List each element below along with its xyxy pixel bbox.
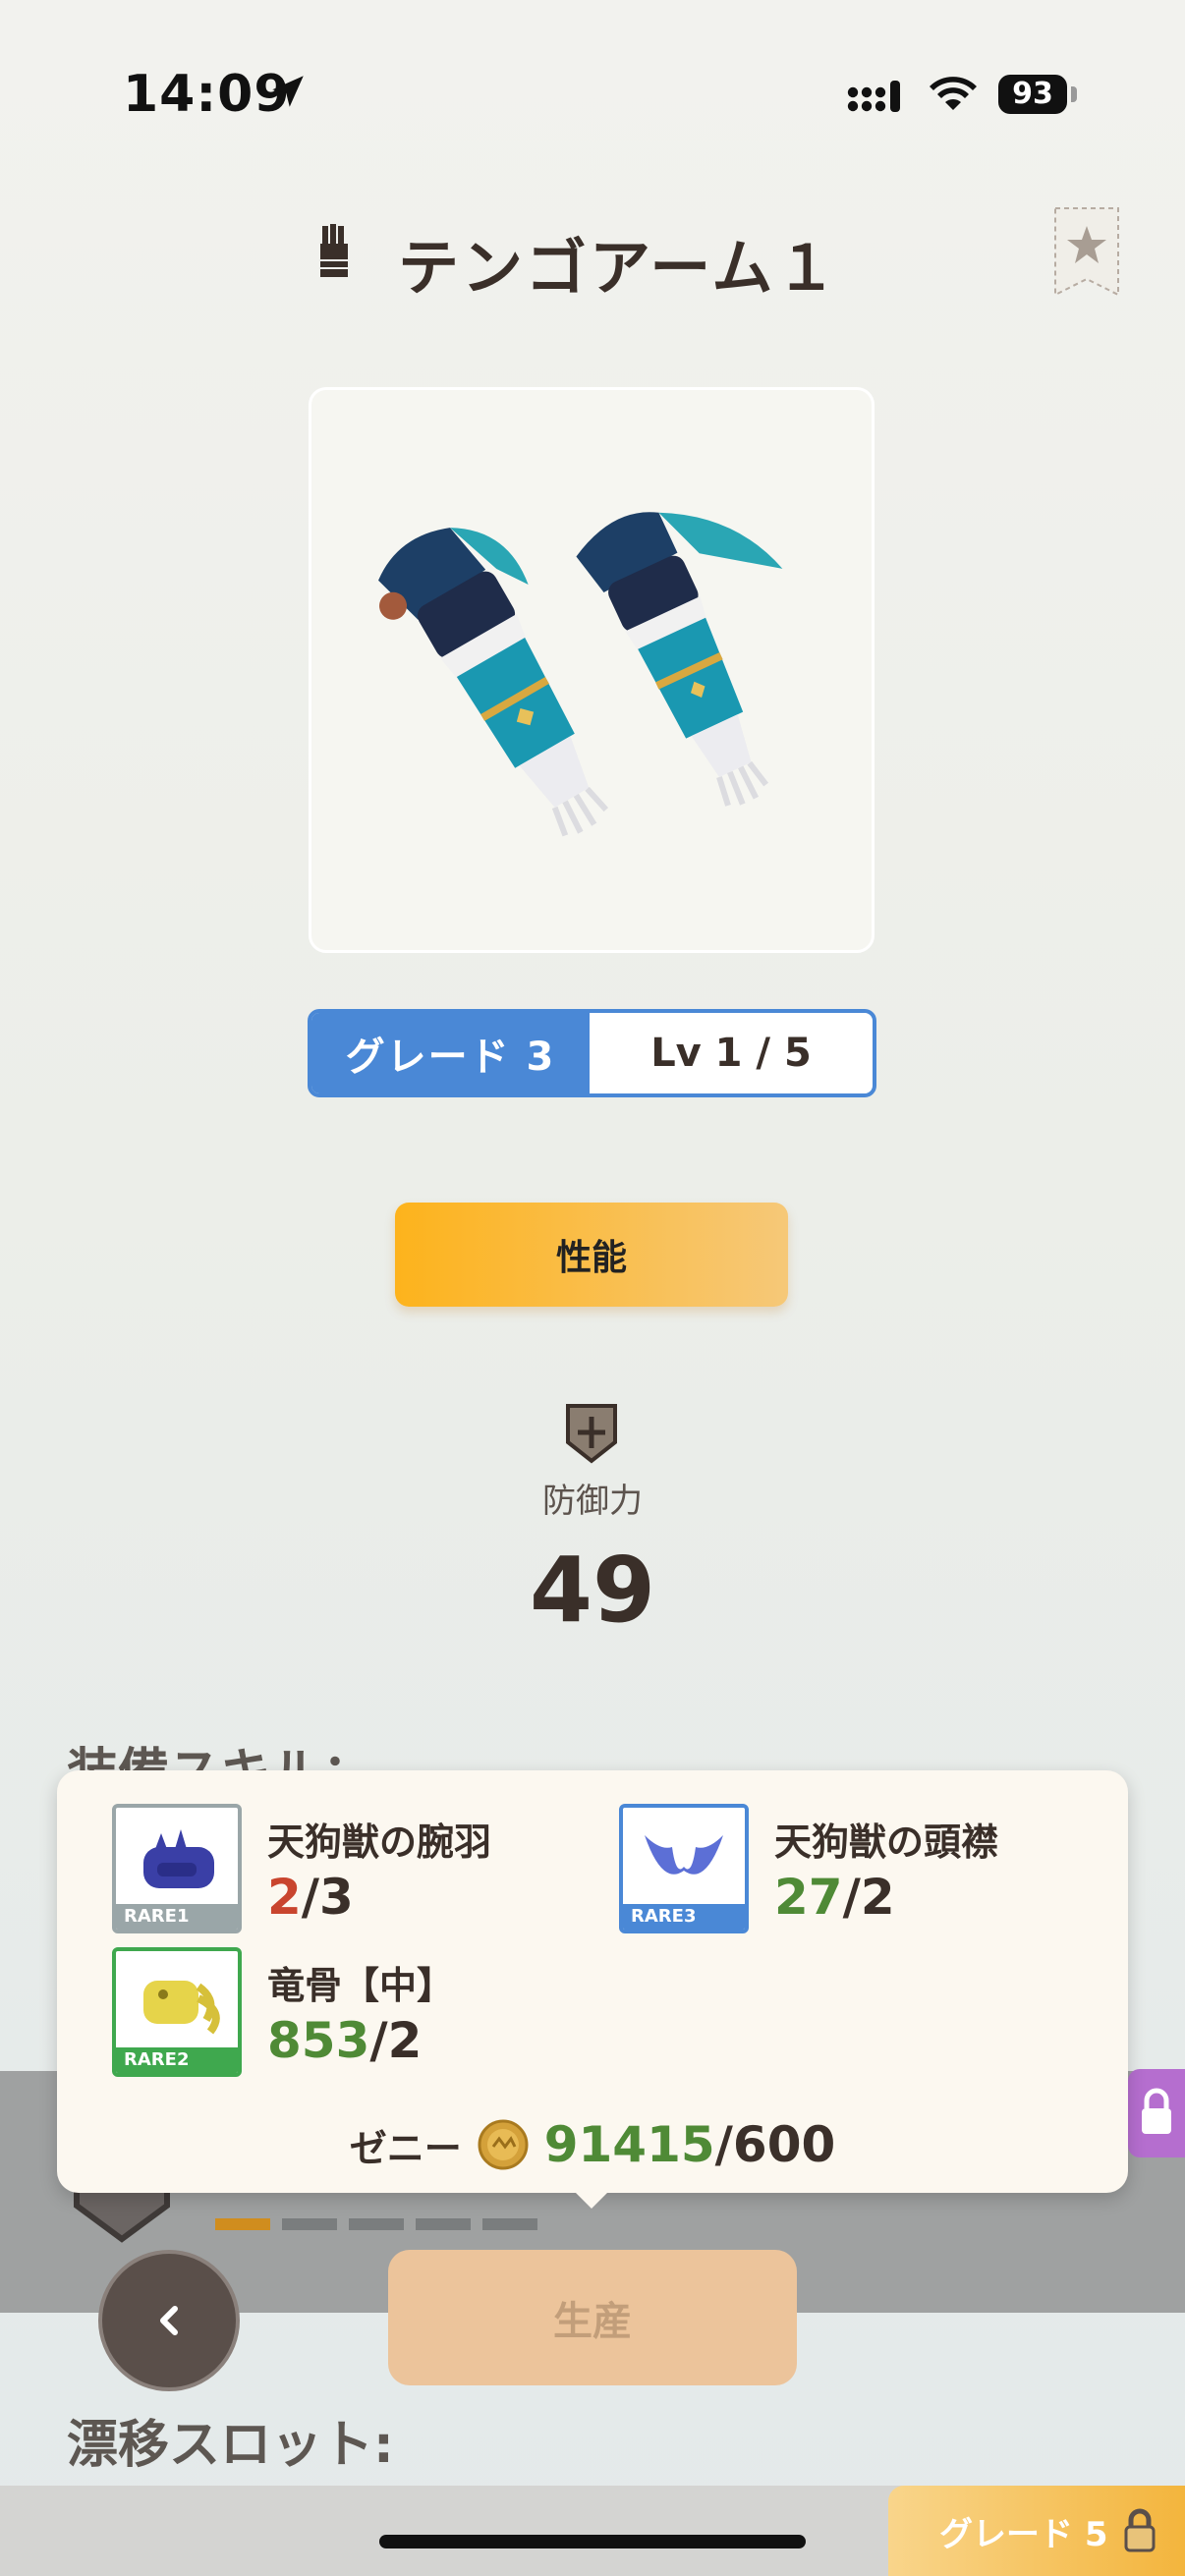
zeny-need: /600 bbox=[714, 2116, 836, 2173]
popup-pointer bbox=[570, 2187, 613, 2209]
rarity-label: RARE2 bbox=[116, 2047, 238, 2073]
zeny-coin-icon bbox=[478, 2119, 529, 2170]
drift-slot-heading: 漂移スロット: bbox=[67, 2416, 394, 2475]
arm-armor-icon bbox=[320, 224, 348, 277]
material-need: /2 bbox=[369, 2012, 423, 2069]
progress-dot bbox=[282, 2218, 337, 2230]
favorite-star-icon[interactable] bbox=[1051, 204, 1122, 301]
progress-dot bbox=[416, 2218, 471, 2230]
location-arrow-icon bbox=[272, 76, 304, 107]
equipment-preview-image bbox=[309, 387, 875, 953]
grade5-tab[interactable]: グレード 5 bbox=[888, 2486, 1185, 2576]
grade-label[interactable]: グレード 3 bbox=[311, 1013, 590, 1093]
zeny-amount: 91415/600 bbox=[544, 2116, 836, 2173]
zeny-have: 91415 bbox=[543, 2116, 715, 2173]
material-need: /3 bbox=[301, 1869, 354, 1926]
rarity-label: RARE1 bbox=[116, 1904, 238, 1930]
material-have: 853 bbox=[267, 2012, 370, 2069]
material-name: 天狗獣の頭襟 bbox=[774, 1820, 999, 1864]
material-name: 竜骨【中】 bbox=[267, 1964, 455, 2007]
cellular-signal-icon bbox=[847, 81, 900, 112]
progress-dot bbox=[349, 2218, 404, 2230]
status-time: 14:09 bbox=[123, 65, 291, 124]
home-indicator bbox=[379, 2535, 806, 2548]
required-materials-popup: RARE1 天狗獣の腕羽 2/3 RARE3 天狗獣の頭襟 27/2 RARE2… bbox=[57, 1770, 1128, 2193]
battery-level: 93 bbox=[998, 75, 1067, 114]
back-button[interactable] bbox=[98, 2250, 240, 2391]
material-count: 27/2 bbox=[774, 1869, 895, 1926]
defense-label: 防御力 bbox=[542, 1482, 643, 1521]
grade-level-selector[interactable]: グレード 3 Lv 1 / 5 bbox=[308, 1009, 876, 1097]
progress-dot bbox=[215, 2218, 270, 2230]
lock-icon bbox=[1124, 2508, 1155, 2552]
material-icon-tengu-arm-feather[interactable]: RARE1 bbox=[112, 1804, 242, 1933]
material-have: 2 bbox=[267, 1869, 302, 1926]
locked-grade-tab[interactable] bbox=[1128, 2069, 1185, 2157]
produce-button[interactable]: 生産 bbox=[388, 2250, 797, 2385]
zeny-cost-row: ゼニー 91415/600 bbox=[57, 2116, 1128, 2173]
performance-tab[interactable]: 性能 bbox=[395, 1203, 788, 1307]
progress-dot bbox=[482, 2218, 537, 2230]
page-title: テンゴアーム１ bbox=[398, 232, 840, 304]
material-count: 2/3 bbox=[267, 1869, 354, 1926]
material-icon-dragonbone-medium[interactable]: RARE2 bbox=[112, 1947, 242, 2077]
material-icon-tengu-head-collar[interactable]: RARE3 bbox=[619, 1804, 749, 1933]
lock-icon bbox=[1142, 2088, 1171, 2134]
level-label[interactable]: Lv 1 / 5 bbox=[590, 1013, 873, 1093]
defense-shield-icon bbox=[566, 1404, 617, 1464]
chevron-left-icon bbox=[160, 2306, 178, 2335]
defense-value: 49 bbox=[529, 1538, 656, 1643]
material-need: /2 bbox=[842, 1869, 895, 1926]
grade5-label: グレード 5 bbox=[939, 2514, 1108, 2554]
material-count: 853/2 bbox=[267, 2012, 422, 2069]
battery-tip bbox=[1071, 86, 1077, 102]
grade-progress-dots bbox=[215, 2218, 537, 2230]
material-have: 27 bbox=[774, 1869, 843, 1926]
rarity-label: RARE3 bbox=[623, 1904, 745, 1930]
zeny-label: ゼニー bbox=[349, 2126, 462, 2170]
wifi-icon bbox=[930, 77, 977, 110]
material-name: 天狗獣の腕羽 bbox=[267, 1820, 492, 1864]
